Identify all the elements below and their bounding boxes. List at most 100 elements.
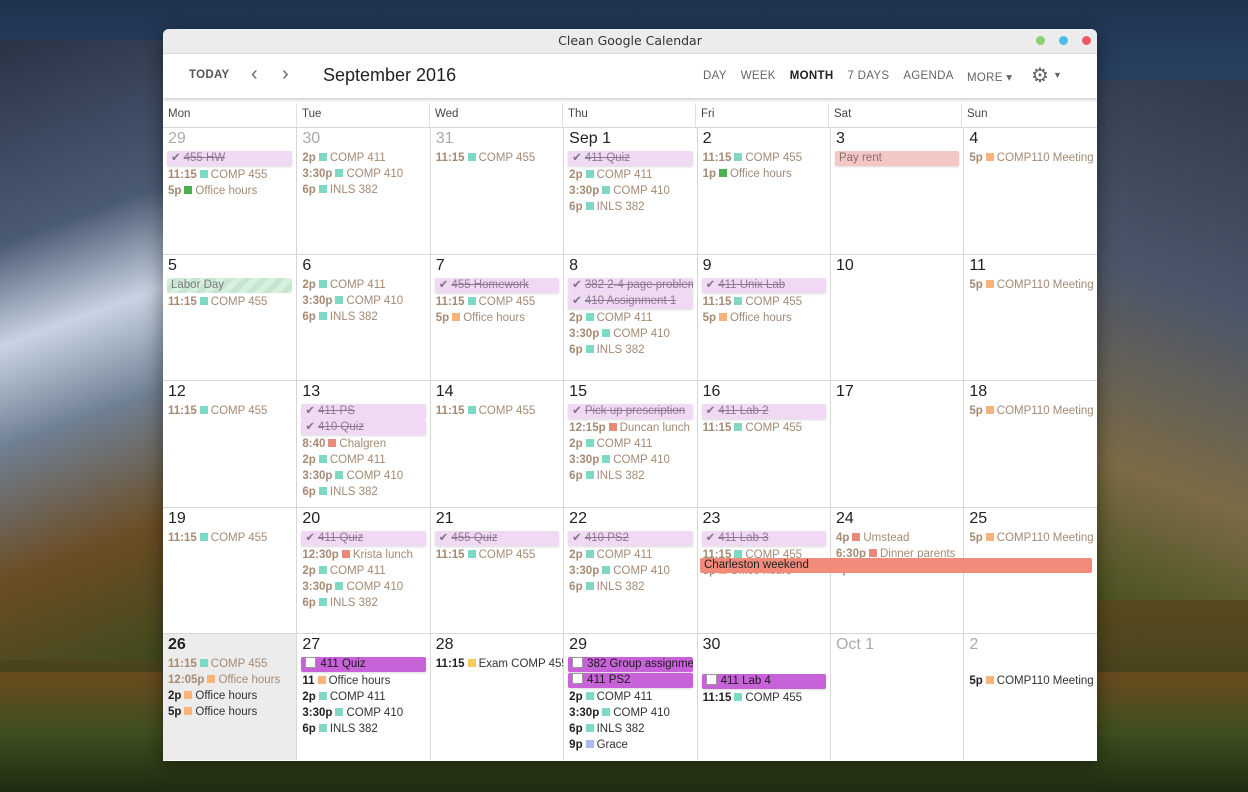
calendar-event[interactable]: 12:30p Krista lunch: [297, 547, 429, 563]
completed-task[interactable]: ✔ 455 Homework: [434, 277, 560, 293]
calendar-event[interactable]: 6p INLS 382: [297, 595, 429, 611]
calendar-event[interactable]: 1p Office hours: [698, 166, 830, 182]
calendar-event[interactable]: 3:30p COMP 410: [297, 579, 429, 595]
calendar-event[interactable]: 2p COMP 411: [297, 150, 429, 166]
completed-task[interactable]: ✔ 411 Lab 2: [701, 404, 826, 420]
calendar-event[interactable]: 6p INLS 382: [297, 182, 429, 198]
view-tab-day[interactable]: DAY: [703, 70, 727, 82]
completed-task[interactable]: ✔ 410 Quiz: [301, 420, 426, 436]
calendar-event[interactable]: 2p COMP 411: [564, 689, 696, 705]
calendar-event[interactable]: 11:15 COMP 455: [431, 547, 563, 563]
calendar-event[interactable]: 11:15 COMP 455: [431, 403, 563, 419]
prev-month-button[interactable]: ‹: [251, 63, 258, 86]
calendar-event[interactable]: 3:30p COMP 410: [297, 293, 429, 309]
checkmark-icon[interactable]: ✔: [572, 152, 582, 164]
day-cell[interactable]: 2 5p COMP110 Meeting: [963, 634, 1096, 760]
checkmark-icon[interactable]: ✔: [706, 405, 716, 417]
calendar-event[interactable]: 11:15 Exam COMP 455: [431, 656, 563, 672]
completed-task[interactable]: ✔ 411 PS: [301, 404, 426, 420]
minimize-button[interactable]: [1036, 36, 1045, 45]
more-menu-button[interactable]: MORE ▾: [967, 70, 1012, 84]
day-cell[interactable]: 31 11:15 COMP 455: [429, 128, 563, 254]
calendar-event[interactable]: 5p Office hours: [698, 310, 830, 326]
maximize-button[interactable]: [1059, 36, 1068, 45]
calendar-event[interactable]: 6p INLS 382: [564, 579, 696, 595]
view-tab-7-days[interactable]: 7 DAYS: [847, 70, 889, 82]
checkmark-icon[interactable]: ✔: [305, 532, 315, 544]
day-cell[interactable]: 26 11:15 COMP 455 12:05p Office hours 2p Offic…: [163, 634, 297, 760]
calendar-event[interactable]: 11:15 COMP 455: [163, 530, 296, 546]
calendar-event[interactable]: 5p COMP110 Meeting: [964, 673, 1096, 689]
completed-task[interactable]: ✔ 410 Assignment 1: [568, 293, 693, 309]
checkmark-icon[interactable]: ✔: [439, 532, 449, 544]
calendar-event[interactable]: 2p COMP 411: [297, 452, 429, 468]
completed-task[interactable]: ✔ 411 Lab 3: [701, 530, 826, 546]
calendar-event[interactable]: 3:30p COMP 410: [564, 183, 696, 199]
calendar-event[interactable]: 3:30p COMP 410: [297, 705, 429, 721]
calendar-event[interactable]: 11:15 COMP 455: [698, 690, 830, 706]
calendar-event[interactable]: 6p INLS 382: [297, 721, 429, 737]
day-cell[interactable]: 10: [829, 254, 963, 381]
day-cell[interactable]: 27 411 Quiz 11 Office hours 2p COMP 411 3:30p C…: [296, 634, 429, 760]
calendar-event[interactable]: 11:15 COMP 455: [431, 294, 563, 310]
calendar-event[interactable]: 2p Office hours: [163, 688, 296, 704]
calendar-event[interactable]: 2p COMP 411: [564, 436, 696, 452]
view-tab-agenda[interactable]: AGENDA: [903, 70, 953, 82]
day-cell[interactable]: 9 ✔ 411 Unix Lab 11:15 COMP 455 5p Office hour…: [696, 254, 830, 381]
calendar-event[interactable]: 11:15 COMP 455: [163, 403, 296, 419]
calendar-event[interactable]: 3:30p COMP 410: [564, 705, 696, 721]
calendar-event[interactable]: 2p COMP 411: [564, 167, 696, 183]
completed-task[interactable]: ✔ 455 Quiz: [434, 530, 560, 546]
open-task[interactable]: 382 Group assignment: [568, 657, 693, 673]
all-day-event[interactable]: Pay rent: [834, 151, 960, 166]
close-button[interactable]: [1082, 36, 1091, 45]
completed-task[interactable]: ✔ 411 Quiz: [301, 530, 426, 546]
checkmark-icon[interactable]: ✔: [171, 152, 181, 164]
calendar-event[interactable]: 2p COMP 411: [564, 310, 696, 326]
calendar-event[interactable]: 11 Office hours: [297, 673, 429, 689]
completed-task[interactable]: ✔ 455 HW: [167, 151, 293, 166]
calendar-event[interactable]: 9p Grace: [564, 737, 696, 753]
calendar-event[interactable]: 6p INLS 382: [564, 721, 696, 737]
day-cell[interactable]: 14 11:15 COMP 455: [429, 381, 563, 507]
calendar-event[interactable]: 3:30p COMP 410: [297, 166, 429, 182]
calendar-event[interactable]: 2p COMP 411: [297, 689, 429, 705]
completed-task[interactable]: ✔ 411 Unix Lab: [701, 277, 826, 293]
chevron-down-icon[interactable]: ▼: [1053, 70, 1062, 80]
calendar-event[interactable]: 5p COMP110 Meeting: [964, 403, 1096, 419]
calendar-event[interactable]: 6p INLS 382: [297, 309, 429, 325]
day-cell[interactable]: 21 ✔ 455 Quiz 11:15 COMP 455: [429, 507, 563, 634]
day-cell[interactable]: 19 11:15 COMP 455: [163, 508, 296, 634]
gear-icon[interactable]: ⚙: [1031, 63, 1049, 88]
checkmark-icon[interactable]: ✔: [305, 405, 315, 417]
calendar-event[interactable]: 11:15 COMP 455: [698, 150, 830, 166]
day-cell[interactable]: 15 ✔ Pick up prescription 12:15p Duncan lunc…: [563, 381, 696, 507]
calendar-event[interactable]: 4p Umstead: [831, 530, 963, 546]
day-cell[interactable]: 13 ✔ 411 PS ✔ 410 Quiz 8:40 Chalgren 2p COMP 411…: [296, 381, 429, 507]
day-cell[interactable]: 22 ✔ 410 PS2 2p COMP 411 3:30p COMP 410 6p INLS …: [563, 507, 696, 634]
day-cell[interactable]: 8 ✔ 382 2-4 page problem ✔ 410 Assignment 12…: [563, 254, 696, 381]
day-cell[interactable]: 5 Labor Day 11:15 COMP 455: [163, 255, 296, 381]
checkmark-icon[interactable]: ✔: [706, 279, 716, 291]
day-cell[interactable]: 12 11:15 COMP 455: [163, 381, 296, 507]
calendar-event[interactable]: 3:30p COMP 410: [564, 452, 696, 468]
checkmark-icon[interactable]: ✔: [572, 532, 582, 544]
calendar-event[interactable]: 2p COMP 411: [297, 563, 429, 579]
day-cell[interactable]: 30 411 Lab 4 11:15 COMP 455: [696, 634, 830, 760]
day-cell[interactable]: 6 2p COMP 411 3:30p COMP 410 6p INLS 382: [296, 254, 429, 381]
multiday-event[interactable]: Charleston weekend: [700, 558, 1092, 573]
calendar-event[interactable]: 12:05p Office hours: [163, 672, 296, 688]
day-cell[interactable]: 11 5p COMP110 Meeting: [963, 254, 1096, 381]
calendar-event[interactable]: 5p Office hours: [163, 704, 296, 720]
day-cell[interactable]: 28 11:15 Exam COMP 455: [429, 634, 563, 760]
calendar-event[interactable]: 11:15 COMP 455: [431, 150, 563, 166]
checkbox-icon[interactable]: [572, 673, 584, 685]
day-cell[interactable]: 3 Pay rent: [829, 128, 963, 254]
calendar-event[interactable]: 5p Office hours: [431, 310, 563, 326]
calendar-event[interactable]: 8:40 Chalgren: [297, 436, 429, 452]
open-task[interactable]: 411 Lab 4: [701, 674, 826, 690]
completed-task[interactable]: ✔ 382 2-4 page problem: [568, 277, 693, 293]
day-cell[interactable]: 20 ✔ 411 Quiz 12:30p Krista lunch 2p COMP 411 3…: [296, 507, 429, 634]
calendar-event[interactable]: 5p COMP110 Meeting: [964, 530, 1096, 546]
all-day-event[interactable]: Labor Day: [167, 277, 293, 293]
